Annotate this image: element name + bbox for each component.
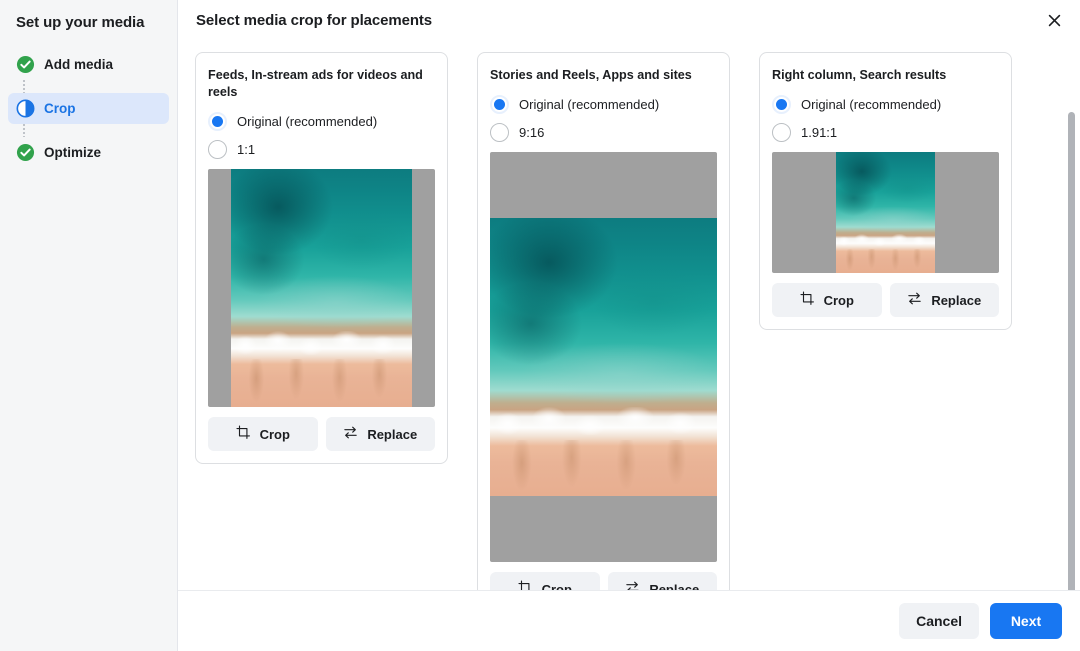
- crop-icon: [800, 291, 815, 309]
- replace-icon: [343, 425, 358, 443]
- crop-button[interactable]: Crop: [772, 283, 882, 317]
- scrollbar-thumb[interactable]: [1068, 112, 1075, 590]
- radio-button[interactable]: [490, 122, 509, 142]
- radio-button[interactable]: [772, 122, 791, 142]
- radio-button[interactable]: [772, 94, 791, 114]
- crop-button-label: Crop: [541, 581, 572, 591]
- crop-icon: [518, 580, 533, 590]
- media-preview[interactable]: [490, 152, 717, 562]
- page-title: Select media crop for placements: [196, 11, 433, 29]
- card-actions: Crop Replace: [208, 417, 435, 451]
- vertical-scrollbar[interactable]: [1068, 112, 1075, 590]
- sidebar-item-optimize[interactable]: Optimize: [8, 137, 169, 168]
- replace-icon: [907, 291, 922, 309]
- half-circle-icon: [16, 99, 35, 118]
- crop-icon: [236, 425, 251, 443]
- radio-option-original[interactable]: Original (recommended): [208, 107, 435, 135]
- check-circle-icon: [16, 143, 35, 162]
- media-crop-dialog: Set up your media Add media Crop Optimiz…: [0, 0, 1080, 651]
- radio-option-ratio[interactable]: 9:16: [490, 118, 717, 146]
- replace-button-label: Replace: [649, 581, 700, 591]
- crop-button[interactable]: Crop: [208, 417, 318, 451]
- radio-label: 1:1: [237, 141, 256, 157]
- media-preview[interactable]: [772, 152, 999, 273]
- sidebar-item-add-media[interactable]: Add media: [8, 49, 169, 80]
- crop-card-title: Feeds, In-stream ads for videos and reel…: [208, 68, 423, 99]
- crop-cards-list: Feeds, In-stream ads for videos and reel…: [195, 52, 1064, 590]
- radio-label: Original (recommended): [801, 96, 942, 112]
- step-connector: [23, 124, 177, 137]
- replace-button-label: Replace: [931, 292, 982, 308]
- radio-label: Original (recommended): [237, 113, 378, 129]
- sidebar: Set up your media Add media Crop Optimiz…: [0, 0, 178, 651]
- radio-button[interactable]: [208, 139, 227, 159]
- sidebar-steps: Add media Crop Optimize: [0, 49, 177, 168]
- radio-label: Original (recommended): [519, 96, 660, 112]
- crop-card-title: Stories and Reels, Apps and sites: [490, 68, 692, 82]
- step-connector: [23, 80, 177, 93]
- sidebar-item-label: Crop: [44, 100, 76, 116]
- media-preview[interactable]: [208, 169, 435, 407]
- media-thumbnail: [836, 152, 935, 273]
- replace-button[interactable]: Replace: [889, 283, 999, 317]
- crop-card-title: Right column, Search results: [772, 68, 947, 82]
- radio-option-original[interactable]: Original (recommended): [490, 90, 717, 118]
- radio-option-ratio[interactable]: 1.91:1: [772, 118, 999, 146]
- replace-button[interactable]: Replace: [607, 572, 717, 591]
- radio-option-ratio[interactable]: 1:1: [208, 135, 435, 163]
- crop-card-stories: Stories and Reels, Apps and sites Origin…: [477, 52, 730, 590]
- sidebar-title: Set up your media: [16, 14, 145, 31]
- radio-label: 9:16: [519, 124, 545, 140]
- card-actions: Crop Replace: [490, 572, 717, 590]
- card-actions: Crop Replace: [772, 283, 999, 317]
- radio-label: 1.91:1: [801, 124, 838, 140]
- radio-option-original[interactable]: Original (recommended): [772, 90, 999, 118]
- close-icon[interactable]: [1040, 6, 1068, 34]
- replace-button-label: Replace: [367, 426, 418, 442]
- dialog-header: Select media crop for placements: [178, 0, 1080, 40]
- media-thumbnail: [231, 169, 412, 407]
- dialog-footer: Cancel Next: [178, 590, 1080, 651]
- main-panel: Select media crop for placements Feeds, …: [178, 0, 1080, 651]
- next-button[interactable]: Next: [990, 603, 1062, 639]
- sidebar-item-crop[interactable]: Crop: [8, 93, 169, 124]
- replace-icon: [625, 580, 640, 590]
- radio-button[interactable]: [490, 94, 509, 114]
- check-circle-icon: [16, 55, 35, 74]
- sidebar-item-label: Optimize: [44, 144, 102, 160]
- crop-card-feeds: Feeds, In-stream ads for videos and reel…: [195, 52, 448, 464]
- replace-button[interactable]: Replace: [325, 417, 435, 451]
- cancel-button[interactable]: Cancel: [899, 603, 979, 639]
- crop-cards-area: Feeds, In-stream ads for videos and reel…: [178, 40, 1080, 590]
- crop-button-label: Crop: [823, 292, 854, 308]
- sidebar-item-label: Add media: [44, 56, 114, 72]
- crop-button[interactable]: Crop: [490, 572, 600, 590]
- media-thumbnail: [490, 218, 717, 496]
- crop-button-label: Crop: [259, 426, 290, 442]
- crop-card-right-column: Right column, Search results Original (r…: [759, 52, 1012, 330]
- radio-button[interactable]: [208, 111, 227, 131]
